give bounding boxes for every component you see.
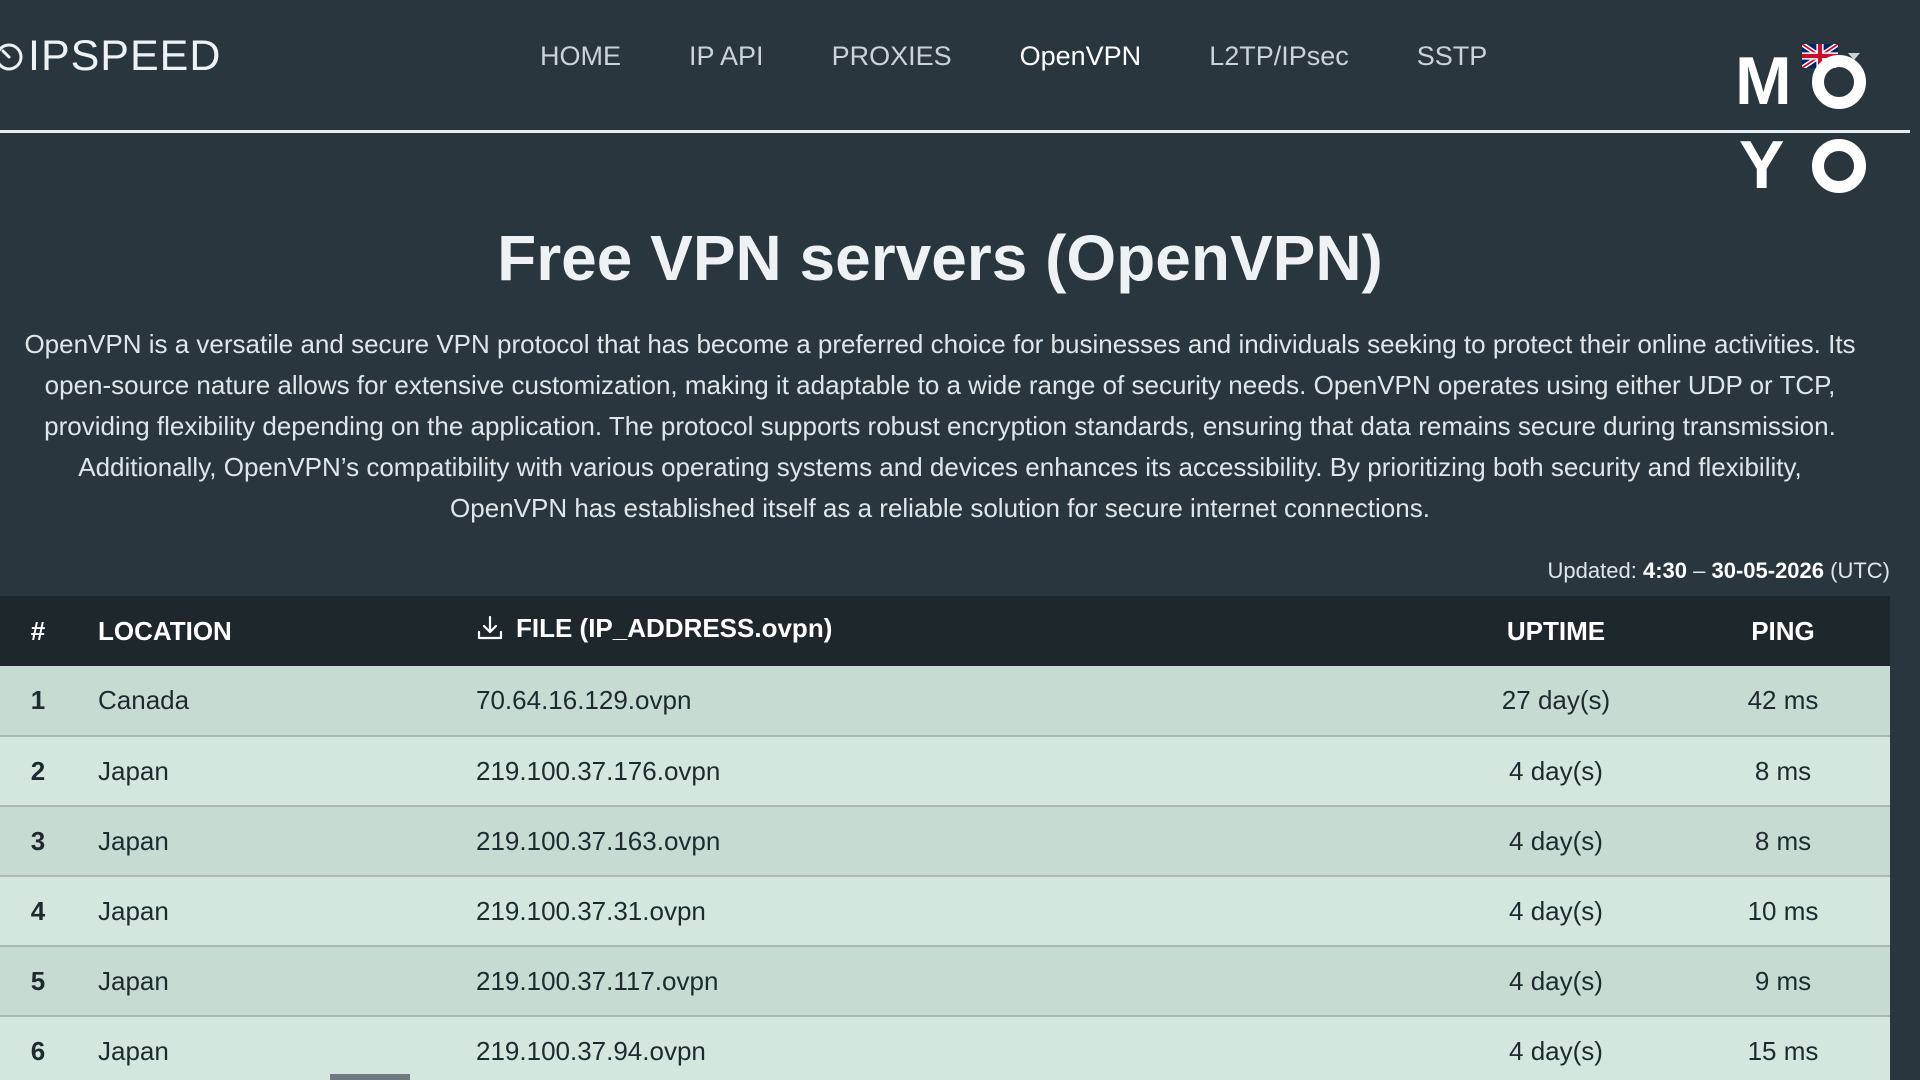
page-title: Free VPN servers (OpenVPN) [497, 222, 1383, 294]
table-body: 1 Canada 70.64.16.129.ovpn 27 day(s) 42 … [0, 666, 1890, 1080]
updated-label: Updated: [1547, 558, 1643, 583]
row-ping: 8 ms [1754, 755, 1812, 786]
row-location: Japan [98, 1035, 169, 1066]
intro-line: Additionally, OpenVPN’s compatibility wi… [78, 452, 1802, 482]
svg-text:Y: Y [1739, 127, 1784, 196]
row-number: 1 [30, 685, 46, 715]
header-location: LOCATION [98, 615, 232, 646]
header-number: # [30, 615, 46, 646]
updated-zone: (UTC) [1824, 558, 1890, 583]
row-number: 6 [30, 1035, 46, 1066]
row-ping: 15 ms [1747, 1035, 1819, 1066]
row-uptime: 4 day(s) [1509, 755, 1603, 786]
logo-text: IPSPEED [28, 32, 222, 80]
row-uptime: 4 day(s) [1509, 895, 1603, 926]
server-table: # LOCATION FILE (IP_ADDRESS.ovpn) UPTIME… [0, 596, 1890, 1080]
table-row: 3 Japan 219.100.37.163.ovpn 4 day(s) 8 m… [0, 806, 1890, 876]
row-file-link[interactable]: 219.100.37.117.ovpn [476, 946, 1436, 1016]
intro-line: providing flexibility depending on the a… [44, 411, 1836, 441]
row-location: Japan [98, 825, 169, 856]
page: IPSPEED HOME IP API PROXIES OpenVPN L2TP… [0, 0, 1920, 1080]
speedometer-icon [0, 43, 23, 70]
nav-home[interactable]: HOME [540, 36, 621, 76]
row-uptime: 4 day(s) [1509, 1035, 1603, 1066]
row-location: Japan [98, 895, 169, 926]
row-file-link[interactable]: 219.100.37.163.ovpn [476, 806, 1436, 876]
moyo-watermark-logo: M Y [1735, 46, 1866, 196]
row-location: Canada [98, 685, 190, 715]
intro-line: OpenVPN has established itself as a reli… [450, 493, 1430, 523]
header-uptime: UPTIME [1506, 615, 1606, 646]
row-ping: 10 ms [1747, 895, 1819, 926]
download-icon [477, 616, 503, 640]
table-row: 4 Japan 219.100.37.31.ovpn 4 day(s) 10 m… [0, 876, 1890, 946]
row-uptime: 27 day(s) [1501, 685, 1611, 715]
header-file: FILE (IP_ADDRESS.ovpn) [476, 596, 1436, 666]
row-uptime: 4 day(s) [1509, 965, 1603, 996]
header-ping: PING [1751, 615, 1815, 646]
row-location: Japan [98, 755, 169, 786]
row-ping: 42 ms [1747, 685, 1819, 715]
row-location: Japan [98, 965, 169, 996]
row-number: 5 [30, 965, 46, 996]
svg-text:M: M [1735, 46, 1792, 119]
updated-time: 4:30 [1642, 558, 1687, 583]
updated-timestamp: Updated: 4:30 – 30-05-2026 (UTC) [1548, 558, 1890, 584]
row-ping: 8 ms [1754, 825, 1812, 856]
row-file-link[interactable]: 219.100.37.31.ovpn [476, 876, 1436, 946]
table-row: 1 Canada 70.64.16.129.ovpn 27 day(s) 42 … [0, 666, 1890, 736]
main-nav: HOME IP API PROXIES OpenVPN L2TP/IPsec S… [540, 36, 1487, 76]
table-row: 5 Japan 219.100.37.117.ovpn 4 day(s) 9 m… [0, 946, 1890, 1016]
row-number: 3 [30, 825, 46, 856]
updated-separator: – [1687, 558, 1712, 583]
header-file-label: FILE (IP_ADDRESS.ovpn) [516, 612, 833, 643]
intro-line: open-source nature allows for extensive … [44, 370, 1836, 400]
nav-openvpn[interactable]: OpenVPN [1020, 36, 1142, 76]
table-header-row: # LOCATION FILE (IP_ADDRESS.ovpn) UPTIME… [0, 596, 1890, 666]
nav-l2tp-ipsec[interactable]: L2TP/IPsec [1209, 36, 1349, 76]
row-file-link[interactable]: 219.100.37.94.ovpn [476, 1016, 1436, 1080]
row-number: 4 [30, 895, 46, 926]
row-uptime: 4 day(s) [1509, 825, 1603, 856]
horizontal-scrollbar-thumb[interactable] [330, 1074, 410, 1080]
table-header: # LOCATION FILE (IP_ADDRESS.ovpn) UPTIME… [0, 596, 1890, 666]
site-logo[interactable]: IPSPEED [0, 32, 221, 81]
row-file-link[interactable]: 219.100.37.176.ovpn [476, 736, 1436, 806]
table-row: 2 Japan 219.100.37.176.ovpn 4 day(s) 8 m… [0, 736, 1890, 806]
nav-ip-api[interactable]: IP API [689, 36, 764, 76]
table-row: 6 Japan 219.100.37.94.ovpn 4 day(s) 15 m… [0, 1016, 1890, 1080]
row-number: 2 [30, 755, 46, 786]
row-file-link[interactable]: 70.64.16.129.ovpn [476, 666, 1436, 736]
site-header: IPSPEED HOME IP API PROXIES OpenVPN L2TP… [0, 0, 1910, 133]
intro-paragraph: OpenVPN is a versatile and secure VPN pr… [0, 324, 1900, 529]
intro-line: OpenVPN is a versatile and secure VPN pr… [24, 329, 1856, 359]
server-table-container: # LOCATION FILE (IP_ADDRESS.ovpn) UPTIME… [0, 596, 1890, 1080]
nav-sstp[interactable]: SSTP [1417, 36, 1488, 76]
row-ping: 9 ms [1754, 965, 1812, 996]
nav-proxies[interactable]: PROXIES [832, 36, 952, 76]
updated-date: 30-05-2026 [1711, 558, 1825, 583]
